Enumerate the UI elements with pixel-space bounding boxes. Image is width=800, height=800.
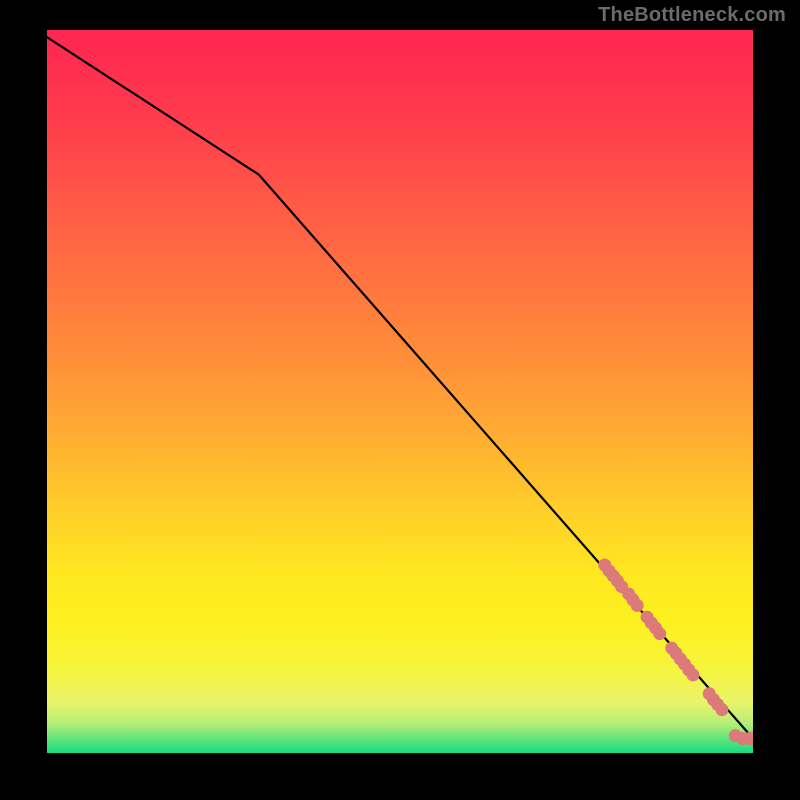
plot-area — [47, 30, 753, 753]
data-dot — [715, 703, 728, 716]
chart-svg — [47, 30, 753, 753]
gradient-background — [47, 30, 753, 753]
chart-frame: TheBottleneck.com — [0, 0, 800, 800]
data-dot — [653, 627, 666, 640]
data-dot — [686, 668, 699, 681]
data-dot — [631, 599, 644, 612]
watermark-label: TheBottleneck.com — [598, 4, 786, 27]
